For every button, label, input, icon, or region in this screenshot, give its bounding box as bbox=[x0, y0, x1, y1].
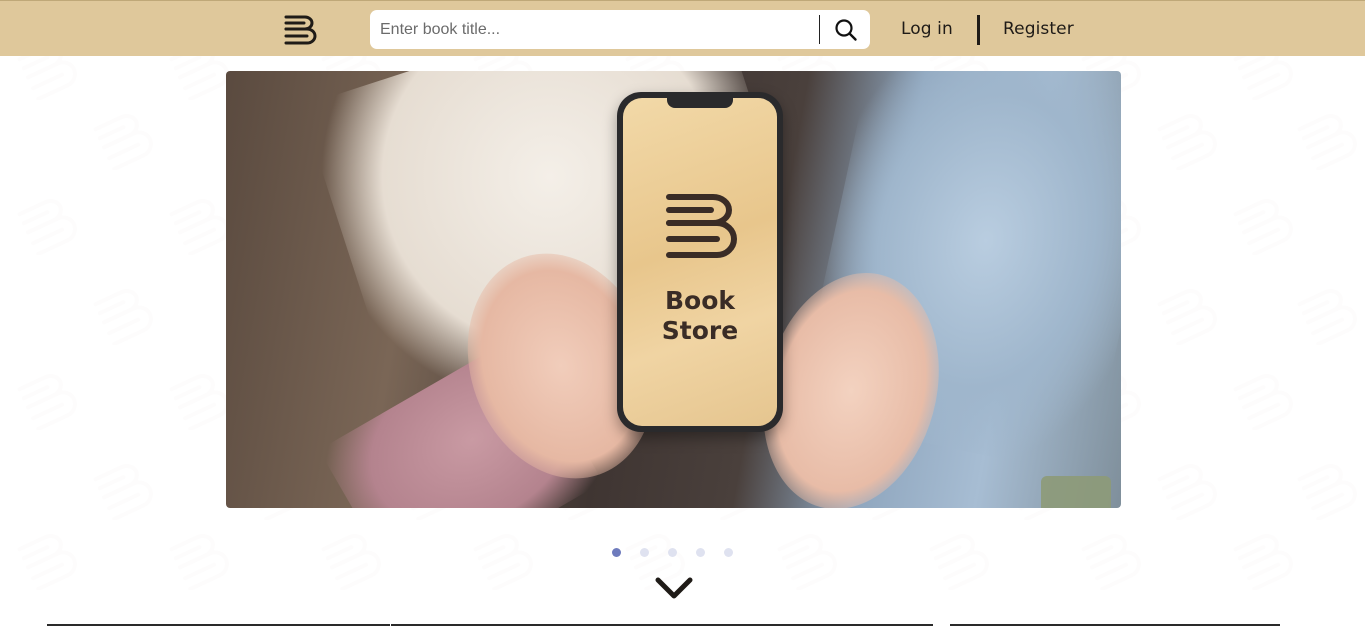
slide-jacket bbox=[1041, 476, 1111, 508]
carousel-indicators bbox=[612, 548, 733, 557]
chevron-down-icon[interactable] bbox=[654, 574, 694, 602]
search-bar bbox=[370, 10, 870, 49]
bookstore-logo-large-icon bbox=[663, 191, 743, 271]
card-top-edge bbox=[950, 624, 1280, 626]
brand-line-1: Book bbox=[664, 286, 736, 315]
carousel-dot[interactable] bbox=[724, 548, 733, 557]
carousel-dot[interactable] bbox=[668, 548, 677, 557]
phone-mockup: Book Store bbox=[617, 92, 783, 432]
phone-notch bbox=[667, 98, 733, 108]
brand-line-2: Store bbox=[661, 316, 739, 345]
phone-screen: Book Store bbox=[623, 98, 777, 426]
nav-separator bbox=[977, 15, 980, 45]
phone-brand-title: Book Store bbox=[623, 286, 777, 346]
carousel-dot[interactable] bbox=[612, 548, 621, 557]
search-divider bbox=[819, 15, 820, 44]
card-top-edge bbox=[391, 624, 933, 626]
search-icon bbox=[835, 18, 857, 41]
login-link[interactable]: Log in bbox=[901, 19, 953, 39]
carousel-dot[interactable] bbox=[640, 548, 649, 557]
card-top-edge bbox=[47, 624, 390, 626]
hero-carousel-slide[interactable]: Book Store bbox=[226, 71, 1121, 508]
search-input[interactable] bbox=[370, 10, 818, 49]
carousel-dot[interactable] bbox=[696, 548, 705, 557]
search-button[interactable] bbox=[822, 10, 870, 49]
bookstore-logo-icon[interactable] bbox=[282, 12, 318, 48]
register-link[interactable]: Register bbox=[1003, 19, 1074, 39]
top-navbar: Log in Register bbox=[0, 0, 1365, 56]
